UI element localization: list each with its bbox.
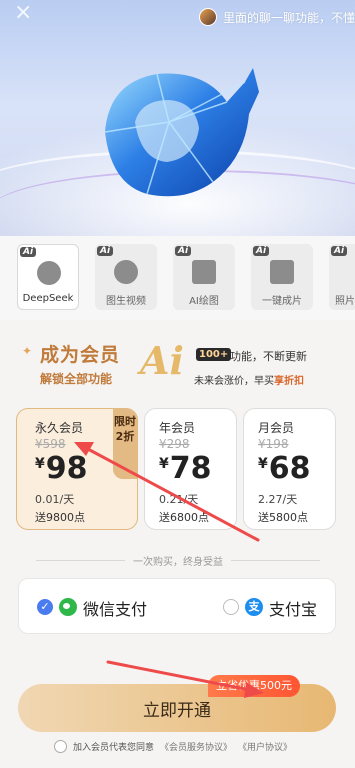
tool-image-to-video[interactable]: Ai 图生视频 — [95, 244, 157, 310]
alipay-radio[interactable] — [223, 599, 239, 615]
plan-price: ¥98 — [35, 451, 88, 486]
play-icon — [114, 260, 138, 284]
agreement-text: 加入会员代表您同意 — [73, 743, 155, 753]
announcement-ticker: 里面的聊一聊功能，不懂 — [195, 6, 355, 28]
hero-banner: × 里面的聊一聊功能，不懂 — [0, 0, 355, 236]
plan-monthly[interactable]: 月会员 ¥198 ¥68 2.27/天 送5800点 — [243, 408, 336, 530]
member-service-agreement-link[interactable]: 《会员服务协议》 — [160, 740, 232, 753]
promo-line2-prefix: 未来会涨价，早买 — [194, 376, 274, 387]
avatar — [198, 8, 217, 26]
plan-name: 月会员 — [258, 421, 295, 435]
promo-title: 成为会员 — [40, 344, 121, 366]
ai-tag: Ai — [331, 246, 348, 256]
plan-price: ¥78 — [159, 451, 212, 486]
ai-tag: Ai — [175, 246, 192, 256]
ai-tools-row: Ai DeepSeek Ai 图生视频 Ai AI绘图 Ai 一键成片 Ai 照… — [0, 236, 355, 320]
close-icon[interactable]: × — [14, 0, 32, 25]
agreement-checkbox[interactable] — [54, 740, 67, 753]
sparkle-icon: ✦ — [22, 344, 33, 358]
plan-lifetime[interactable]: 永久会员 ¥598 ¥98 0.01/天 送9800点 限时2折 — [16, 408, 138, 530]
wechat-pay-label[interactable]: 微信支付 — [83, 596, 147, 620]
daily-price: 0.01/天 — [35, 493, 75, 506]
divider-line — [231, 559, 320, 561]
plan-price: ¥68 — [258, 451, 311, 486]
feature-count-badge: 100+ — [196, 348, 232, 361]
wechat-pay-icon — [59, 598, 77, 616]
price-value: 98 — [45, 451, 88, 486]
ticker-text: 里面的聊一聊功能，不懂 — [222, 10, 355, 25]
ai-logo: Ai — [140, 338, 184, 383]
agreement-row: 加入会员代表您同意 《会员服务协议》 《用户协议》 — [54, 740, 292, 753]
currency-symbol: ¥ — [35, 456, 45, 472]
plan-annual[interactable]: 年会员 ¥298 ¥78 0.21/天 送6800点 — [144, 408, 237, 530]
daily-price: 0.21/天 — [159, 493, 199, 506]
tool-label: 一键成片 — [262, 296, 302, 307]
activate-button[interactable]: 立即开通 立省优惠500元 — [18, 675, 336, 732]
currency-symbol: ¥ — [258, 456, 268, 472]
original-price: ¥598 — [35, 437, 66, 451]
tool-photo[interactable]: Ai 照片 — [329, 244, 355, 310]
payment-methods: ✓ 微信支付 支 支付宝 — [18, 578, 336, 634]
activate-button-label: 立即开通 — [143, 701, 211, 721]
divider: 一次购买，终身受益 — [36, 553, 320, 568]
original-price: ¥298 — [159, 437, 190, 451]
promo-line1: 功能，不断更新 — [230, 350, 307, 363]
discount-badge: 立省优惠500元 — [208, 675, 300, 697]
alipay-icon: 支 — [245, 598, 263, 616]
tool-deepseek[interactable]: Ai DeepSeek — [17, 244, 79, 310]
original-price: ¥198 — [258, 437, 289, 451]
promo-banner: ✦ 成为会员 解锁全部功能 Ai 100+ 功能，不断更新 未来会涨价，早买享折… — [0, 330, 355, 398]
alipay-label[interactable]: 支付宝 — [269, 596, 317, 620]
tool-one-click-video[interactable]: Ai 一键成片 — [251, 244, 313, 310]
tool-label: DeepSeek — [22, 293, 74, 304]
ai-tag: Ai — [97, 246, 114, 256]
plan-name: 年会员 — [159, 421, 196, 435]
price-value: 78 — [169, 451, 212, 486]
deepseek-icon — [37, 261, 61, 285]
daily-price: 2.27/天 — [258, 493, 298, 506]
tool-ai-drawing[interactable]: Ai AI绘图 — [173, 244, 235, 310]
tool-label: AI绘图 — [189, 296, 219, 307]
bonus-points: 送5800点 — [258, 511, 308, 524]
ai-tag: Ai — [20, 247, 37, 257]
crystal-whale-icon — [104, 68, 259, 197]
promo-line2-emphasis: 享折扣 — [274, 376, 304, 387]
ai-tag: Ai — [253, 246, 270, 256]
tool-label: 图生视频 — [106, 296, 146, 307]
bonus-points: 送6800点 — [159, 511, 209, 524]
image-icon — [192, 260, 216, 284]
currency-symbol: ¥ — [159, 456, 169, 472]
promo-line2: 未来会涨价，早买享折扣 — [194, 372, 304, 387]
price-value: 68 — [268, 451, 311, 486]
divider-text: 一次购买，终身受益 — [133, 556, 223, 568]
discount-tag: 限时2折 — [113, 409, 137, 479]
plan-name: 永久会员 — [35, 421, 84, 435]
divider-line — [36, 559, 125, 561]
bonus-points: 送9800点 — [35, 511, 85, 524]
user-agreement-link[interactable]: 《用户协议》 — [238, 740, 292, 753]
tool-label: 照片 — [335, 296, 355, 307]
wechat-radio-checked[interactable]: ✓ — [37, 599, 53, 615]
video-icon — [270, 260, 294, 284]
promo-subtitle: 解锁全部功能 — [40, 372, 113, 386]
